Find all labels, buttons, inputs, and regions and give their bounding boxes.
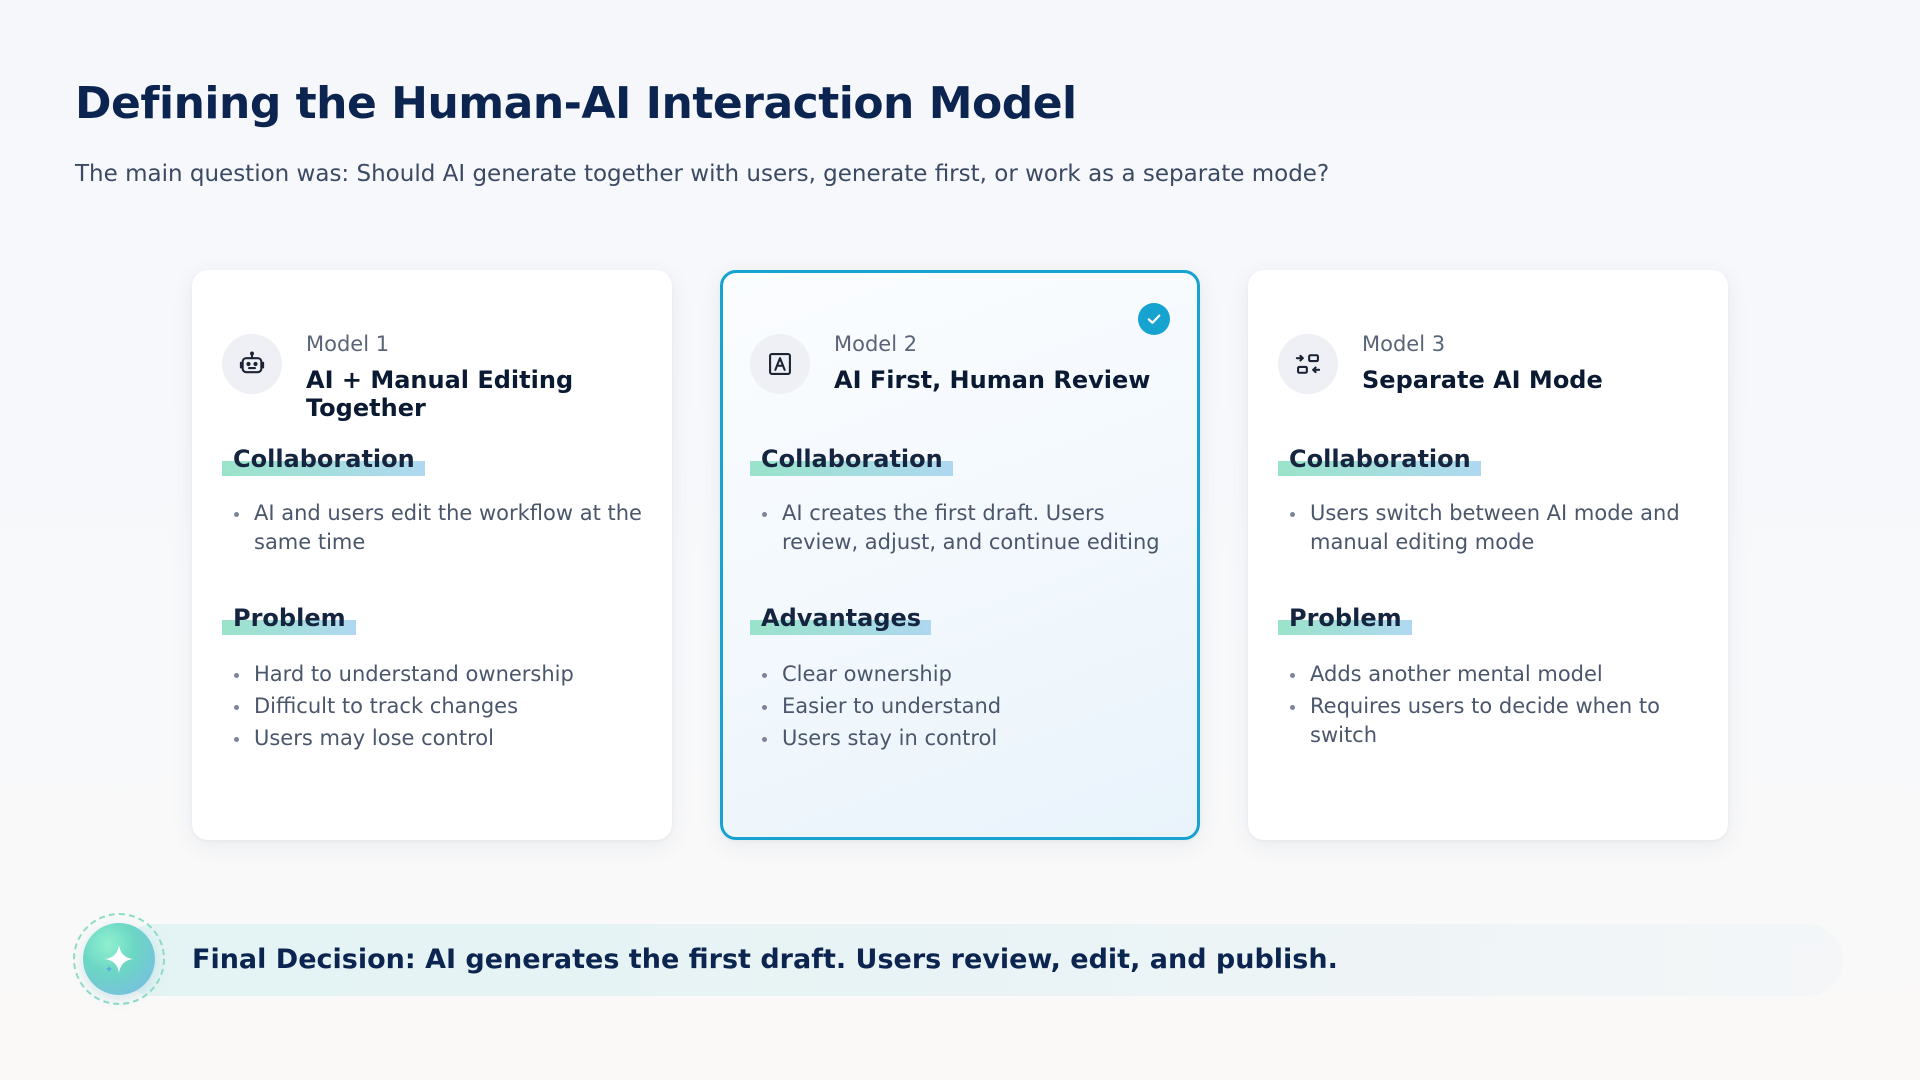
ai-document-icon <box>750 334 810 394</box>
section-label: Problem <box>222 603 356 635</box>
page-title: Defining the Human-AI Interaction Model <box>75 78 1077 129</box>
model-name: AI First, Human Review <box>834 366 1151 394</box>
bullet-list: Users switch between AI mode and manual … <box>1288 499 1708 559</box>
model-number: Model 1 <box>306 332 390 356</box>
section-label: Problem <box>1278 603 1412 635</box>
list-item: Easier to understand <box>760 692 1180 721</box>
list-item: AI creates the first draft. Users review… <box>760 499 1180 557</box>
list-item: Adds another mental model <box>1288 660 1708 689</box>
list-item: Difficult to track changes <box>232 692 652 721</box>
switch-mode-icon <box>1278 334 1338 394</box>
model-name: Separate AI Mode <box>1362 366 1603 394</box>
bullet-list: Hard to understand ownership Difficult t… <box>232 660 652 756</box>
bullet-list: AI and users edit the workflow at the sa… <box>232 499 652 559</box>
section-label: Collaboration <box>750 444 953 476</box>
bullet-list: Adds another mental model Requires users… <box>1288 660 1708 753</box>
page-subtitle: The main question was: Should AI generat… <box>75 161 1330 187</box>
model-number: Model 2 <box>834 332 918 356</box>
model-card-2[interactable]: Model 2 AI First, Human Review Collabora… <box>720 270 1200 840</box>
section-label: Advantages <box>750 603 932 635</box>
list-item: Users stay in control <box>760 724 1180 753</box>
section-label: Collaboration <box>1278 444 1481 476</box>
section-label: Collaboration <box>222 444 425 476</box>
check-icon <box>1138 303 1170 335</box>
list-item: Hard to understand ownership <box>232 660 652 689</box>
list-item: Clear ownership <box>760 660 1180 689</box>
list-item: Users may lose control <box>232 724 652 753</box>
model-card-1[interactable]: Model 1 AI + Manual Editing Together Col… <box>192 270 672 840</box>
robot-icon <box>222 334 282 394</box>
bullet-list: AI creates the first draft. Users review… <box>760 499 1180 559</box>
model-number: Model 3 <box>1362 332 1446 356</box>
bullet-list: Clear ownership Easier to understand Use… <box>760 660 1180 756</box>
model-name: AI + Manual Editing Together <box>306 366 574 422</box>
list-item: AI and users edit the workflow at the sa… <box>232 499 652 557</box>
final-decision-text: Final Decision: AI generates the first d… <box>192 944 1338 975</box>
model-card-3[interactable]: Model 3 Separate AI Mode Collaboration U… <box>1248 270 1728 840</box>
list-item: Requires users to decide when to switch <box>1288 692 1708 750</box>
list-item: Users switch between AI mode and manual … <box>1288 499 1708 557</box>
sparkle-icon <box>83 923 155 995</box>
